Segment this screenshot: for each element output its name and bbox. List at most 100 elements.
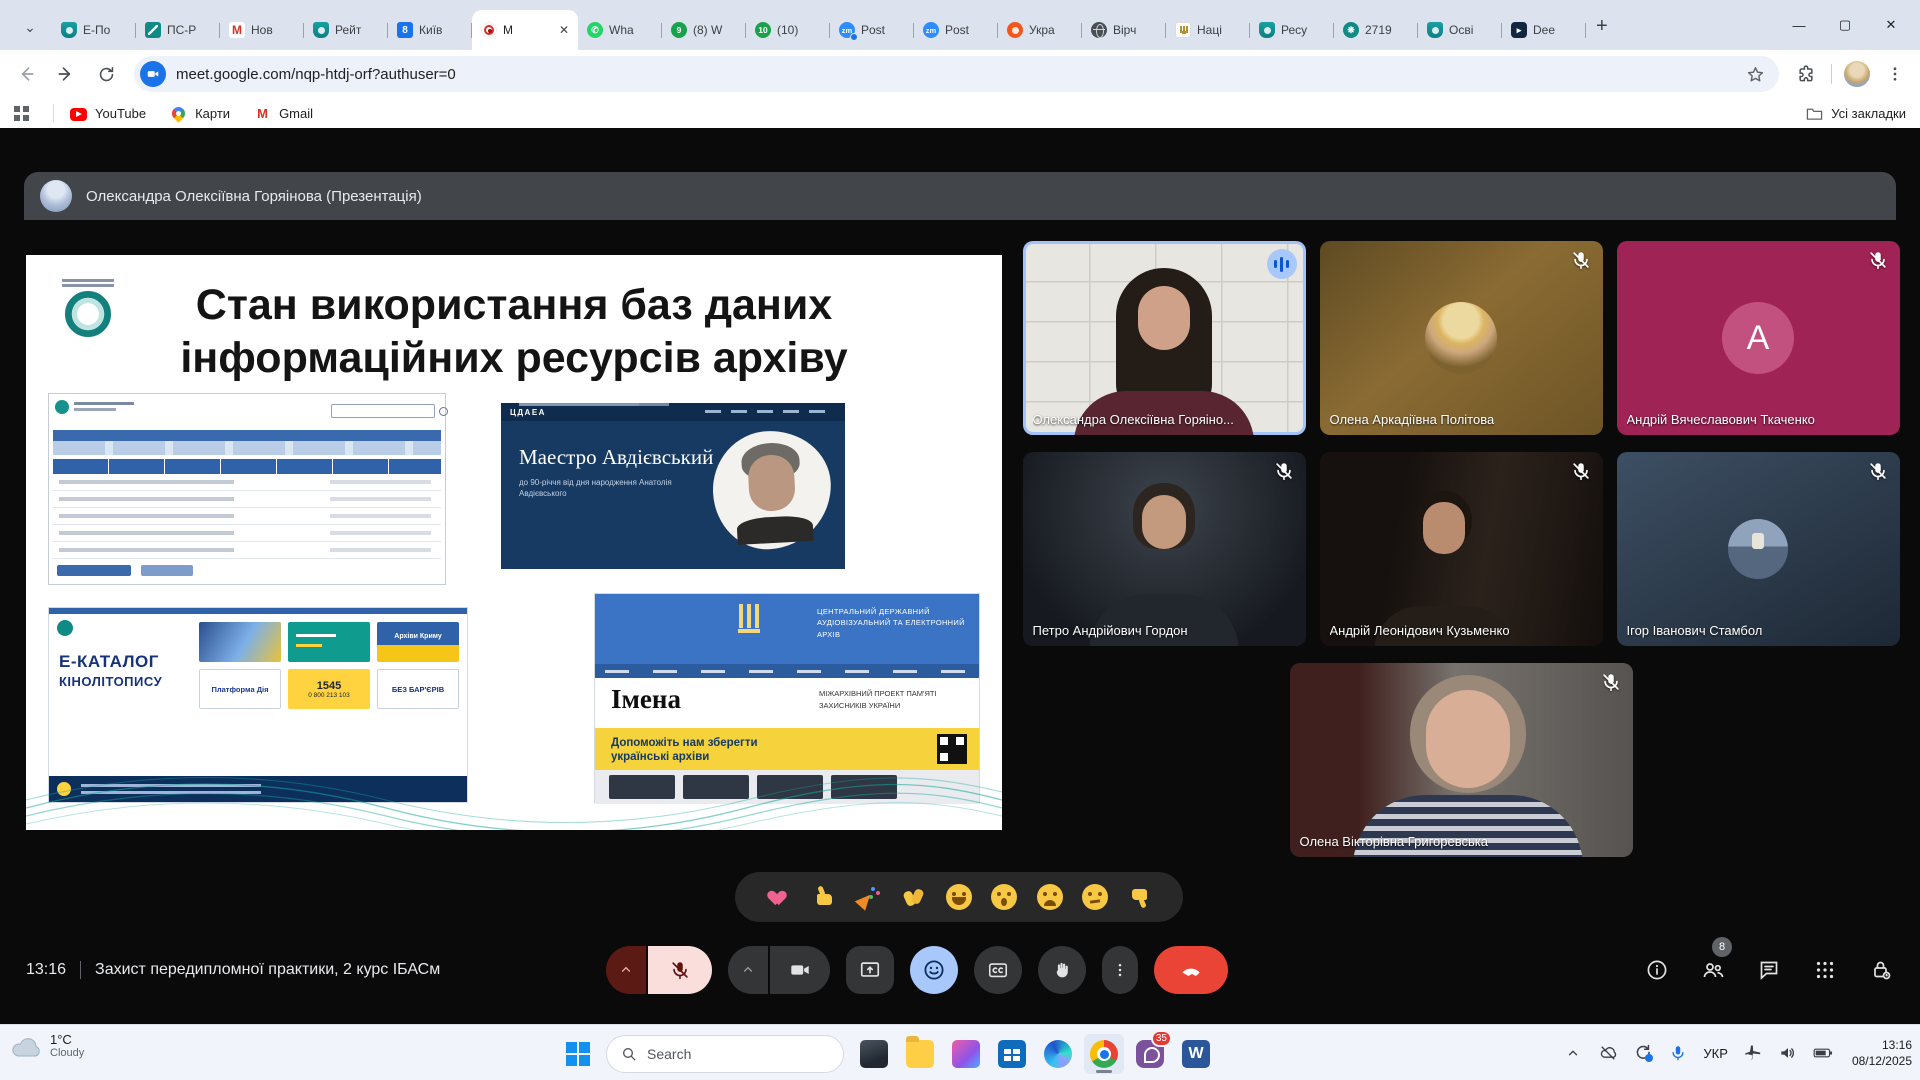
bookmark-item[interactable]: YouTube xyxy=(70,105,146,122)
thinking-reaction-button[interactable] xyxy=(1082,884,1108,910)
taskbar-search-label: Search xyxy=(647,1046,691,1062)
browser-tab[interactable]: 8Київ xyxy=(388,10,472,50)
browser-tab[interactable]: Укра xyxy=(998,10,1082,50)
browser-tab[interactable]: ▸Dee xyxy=(1502,10,1586,50)
new-tab-button[interactable]: + xyxy=(1596,15,1608,38)
browser-tab[interactable]: 9(8) W xyxy=(662,10,746,50)
apps-grid-icon[interactable] xyxy=(14,106,29,121)
browser-tab[interactable]: Рейт xyxy=(304,10,388,50)
address-bar[interactable]: meet.google.com/nqp-htdj-orf?authuser=0 xyxy=(134,56,1779,92)
browser-tab[interactable]: 10(10) xyxy=(746,10,830,50)
participant-tile[interactable]: Олександра Олексіївна Горяіно... xyxy=(1023,241,1306,435)
present-screen-button[interactable] xyxy=(846,946,894,994)
captions-button[interactable] xyxy=(974,946,1022,994)
microphone-in-use-icon[interactable] xyxy=(1668,1043,1688,1063)
mic-muted-icon xyxy=(1867,460,1891,484)
thumbs-up-reaction-button[interactable] xyxy=(810,884,836,910)
browser-tab[interactable]: MНов xyxy=(220,10,304,50)
taskbar-search[interactable]: Search xyxy=(606,1035,844,1073)
activities-button[interactable] xyxy=(1812,957,1838,983)
photos-taskbar-icon[interactable] xyxy=(946,1034,986,1074)
participant-tile[interactable]: ААндрій Вячеславович Ткаченко xyxy=(1617,241,1900,435)
window-preview-taskbar-icon[interactable] xyxy=(854,1034,894,1074)
shield-favicon xyxy=(61,22,77,38)
chat-panel-button[interactable] xyxy=(1756,957,1782,983)
sparkling-heart-reaction-button[interactable] xyxy=(764,884,790,910)
weather-widget[interactable]: 1°C Cloudy xyxy=(10,1032,84,1059)
browser-tab[interactable]: ПС-Р xyxy=(136,10,220,50)
browser-tab[interactable]: zmPost xyxy=(914,10,998,50)
close-tab-icon[interactable]: ✕ xyxy=(559,23,569,37)
clap-reaction-button[interactable] xyxy=(901,884,927,910)
wow-reaction-button[interactable] xyxy=(991,884,1017,910)
browser-menu-icon[interactable] xyxy=(1878,57,1912,91)
all-bookmarks-button[interactable]: Усі закладки xyxy=(1806,106,1906,121)
end-call-button[interactable] xyxy=(1154,946,1228,994)
browser-tab[interactable]: zmPost xyxy=(830,10,914,50)
viber-taskbar-icon[interactable]: 35 xyxy=(1130,1034,1170,1074)
tray-clock[interactable]: 13:16 08/12/2025 xyxy=(1852,1037,1912,1069)
participant-tile[interactable]: Петро Андрійович Гордон xyxy=(1023,452,1306,646)
laugh-reaction-button[interactable] xyxy=(946,884,972,910)
bookmark-star-icon[interactable] xyxy=(1746,65,1765,84)
browser-tab[interactable]: ❋2719 xyxy=(1334,10,1418,50)
raise-hand-button[interactable] xyxy=(1038,946,1086,994)
reactions-bar xyxy=(735,872,1183,922)
camera-options-chevron[interactable] xyxy=(728,946,768,994)
window-minimize-button[interactable]: — xyxy=(1776,0,1822,50)
camera-in-use-icon[interactable] xyxy=(140,61,166,87)
browser-tab[interactable]: ✆Wha xyxy=(578,10,662,50)
participant-tile[interactable]: Олена Вікторівна Григоревська xyxy=(1290,663,1633,857)
network-airplane-icon[interactable] xyxy=(1743,1043,1763,1063)
window-close-button[interactable]: ✕ xyxy=(1868,0,1914,50)
keyboard-language[interactable]: УКР xyxy=(1703,1046,1728,1061)
browser-tab[interactable]: M✕ xyxy=(472,10,578,50)
battery-icon[interactable] xyxy=(1813,1043,1833,1063)
volume-icon[interactable] xyxy=(1778,1043,1798,1063)
browser-tab[interactable]: Осві xyxy=(1418,10,1502,50)
maps-icon xyxy=(169,104,187,122)
back-button[interactable] xyxy=(8,56,44,92)
bookmark-item[interactable]: Карти xyxy=(170,105,230,122)
browser-tab[interactable]: Е-По xyxy=(52,10,136,50)
onedrive-paused-icon[interactable] xyxy=(1598,1043,1618,1063)
presentation-slide[interactable]: Стан використання баз даних інформаційни… xyxy=(26,255,1002,830)
file-explorer-taskbar-icon[interactable] xyxy=(900,1034,940,1074)
store-taskbar-icon[interactable] xyxy=(992,1034,1032,1074)
party-reaction-button[interactable] xyxy=(855,884,881,910)
window-maximize-button[interactable]: ▢ xyxy=(1822,0,1868,50)
hidden-icons-chevron[interactable] xyxy=(1563,1043,1583,1063)
reload-button[interactable] xyxy=(88,56,124,92)
sync-update-icon[interactable] xyxy=(1633,1043,1653,1063)
thumbs-down-reaction-button[interactable] xyxy=(1128,884,1154,910)
tab-search-button[interactable]: ⌄ xyxy=(16,13,44,41)
browser-tab[interactable]: Наці xyxy=(1166,10,1250,50)
word-taskbar-icon[interactable]: W xyxy=(1176,1034,1216,1074)
edge-taskbar-icon[interactable] xyxy=(1038,1034,1078,1074)
participant-tile[interactable]: Андрій Леонідович Кузьменко xyxy=(1320,452,1603,646)
participant-tile[interactable]: Олена Аркадіївна Політова xyxy=(1320,241,1603,435)
url-text[interactable]: meet.google.com/nqp-htdj-orf?authuser=0 xyxy=(176,66,1736,83)
browser-tab[interactable]: Ресу xyxy=(1250,10,1334,50)
shield-favicon xyxy=(313,22,329,38)
forward-button[interactable] xyxy=(48,56,84,92)
profile-avatar[interactable] xyxy=(1844,61,1870,87)
camera-toggle-button[interactable] xyxy=(770,946,830,994)
more-options-button[interactable] xyxy=(1102,946,1138,994)
maestro-heading: Маестро Авдієвський xyxy=(519,445,713,470)
chrome-taskbar-icon[interactable] xyxy=(1084,1034,1124,1074)
windows-start-button[interactable] xyxy=(566,1042,590,1066)
bookmark-item[interactable]: MGmail xyxy=(254,105,313,122)
people-panel-button[interactable]: 8 xyxy=(1700,957,1726,983)
host-controls-button[interactable] xyxy=(1868,957,1894,983)
mic-mute-button[interactable] xyxy=(648,946,712,994)
reactions-toggle-button[interactable] xyxy=(910,946,958,994)
maestro-portrait xyxy=(710,428,834,552)
cry-reaction-button[interactable] xyxy=(1037,884,1063,910)
mic-options-chevron[interactable] xyxy=(606,946,646,994)
browser-tab[interactable]: Вірч xyxy=(1082,10,1166,50)
chrome-icon xyxy=(1090,1040,1118,1068)
participant-tile[interactable]: Ігор Іванович Стамбол xyxy=(1617,452,1900,646)
extensions-icon[interactable] xyxy=(1789,57,1823,91)
meeting-details-button[interactable] xyxy=(1644,957,1670,983)
